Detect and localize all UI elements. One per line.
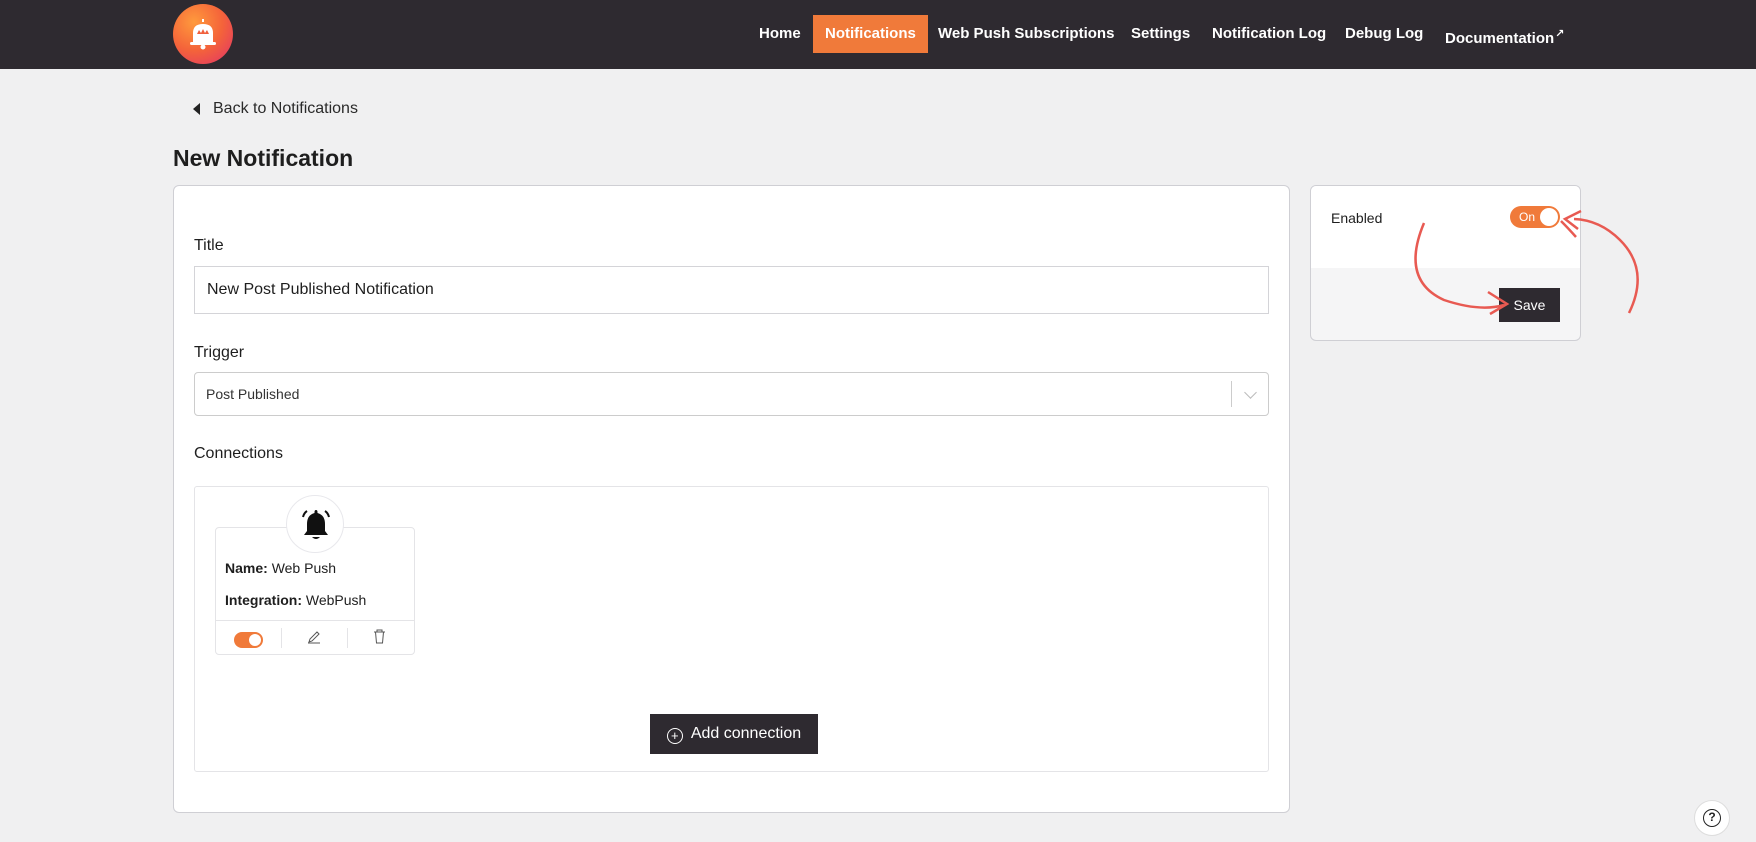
nav-web-push-subscriptions[interactable]: Web Push Subscriptions	[926, 15, 1126, 53]
action-divider	[281, 628, 282, 648]
arrow-to-toggle	[1573, 217, 1639, 314]
help-button[interactable]: ?	[1694, 800, 1730, 836]
connections-label: Connections	[194, 445, 283, 462]
title-label: Title	[194, 237, 224, 254]
enabled-label: Enabled	[1331, 210, 1383, 226]
action-divider	[347, 628, 348, 648]
external-link-icon: ↗	[1555, 28, 1565, 40]
enabled-toggle[interactable]: On	[1510, 206, 1560, 228]
connection-card-actions	[215, 620, 415, 654]
nav-notification-log[interactable]: Notification Log	[1200, 15, 1338, 53]
connection-name-label: Name:	[225, 560, 268, 576]
caret-left-icon[interactable]	[193, 103, 200, 115]
nav-settings[interactable]: Settings	[1119, 15, 1202, 53]
publish-panel-top: Enabled On	[1311, 186, 1580, 268]
connection-integration-value: WebPush	[305, 592, 367, 608]
bell-icon	[286, 495, 344, 553]
connection-integration: Integration: WebPush	[225, 592, 366, 608]
pencil-icon[interactable]	[307, 630, 321, 649]
save-button[interactable]: Save	[1499, 288, 1560, 322]
trigger-select[interactable]: Post Published	[194, 372, 1269, 416]
toggle-state-text: On	[1519, 210, 1536, 224]
connection-name: Name: Web Push	[225, 560, 336, 576]
trigger-label: Trigger	[194, 344, 245, 361]
nav-debug-log[interactable]: Debug Log	[1333, 15, 1435, 53]
toggle-knob	[1540, 208, 1558, 226]
title-input[interactable]: New Post Published Notification	[194, 266, 1269, 314]
nav-documentation[interactable]: Documentation↗	[1433, 15, 1576, 53]
nav-home[interactable]: Home	[747, 15, 813, 53]
notification-form-panel: Title New Post Published Notification Tr…	[173, 185, 1290, 813]
trigger-selected-value: Post Published	[206, 386, 300, 402]
connection-name-value: Web Push	[271, 560, 337, 576]
connections-container: Name: Web Push Integration: WebPush + Add…	[194, 486, 1269, 772]
page-title: New Notification	[173, 145, 354, 171]
top-bar: Home Notifications Web Push Subscription…	[0, 0, 1756, 69]
add-connection-button[interactable]: + Add connection	[650, 714, 818, 754]
help-question-icon: ?	[1703, 809, 1721, 827]
nav-documentation-label: Documentation	[1445, 30, 1555, 47]
trash-icon[interactable]	[373, 629, 386, 649]
connection-enabled-toggle[interactable]	[234, 632, 263, 648]
nav-notifications[interactable]: Notifications	[813, 15, 928, 53]
add-connection-label: Add connection	[690, 725, 802, 742]
plus-circle-icon: +	[666, 728, 683, 744]
publish-panel: Enabled On Save	[1310, 185, 1581, 341]
connection-integration-label: Integration:	[225, 592, 302, 608]
back-to-notifications-link[interactable]: Back to Notifications	[213, 100, 358, 118]
chevron-down-icon[interactable]	[1244, 386, 1257, 399]
select-separator	[1231, 381, 1232, 407]
main-nav: Home Notifications Web Push Subscription…	[0, 15, 1756, 53]
